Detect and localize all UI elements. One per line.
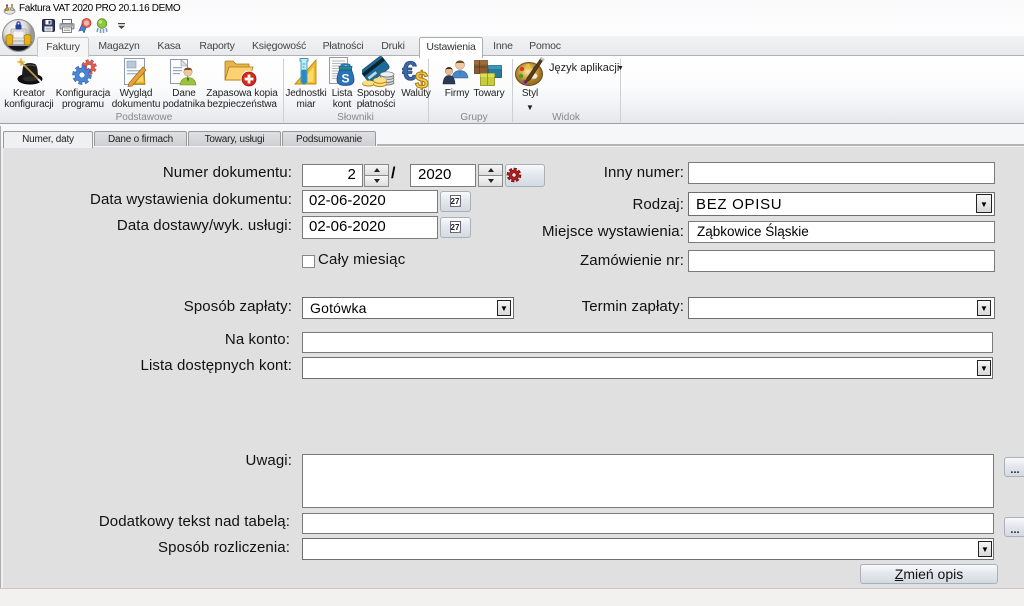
svg-text:27: 27 [451,197,460,206]
svg-text:S: S [341,72,349,86]
svg-text:27: 27 [451,223,460,232]
svg-text:$: $ [415,67,429,90]
